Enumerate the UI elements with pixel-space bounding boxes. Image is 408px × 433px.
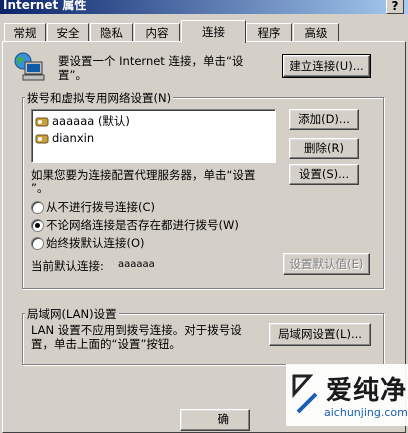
current-default-label: 当前默认连接: (31, 259, 104, 273)
list-item[interactable]: aaaaaa (默认) (35, 113, 130, 129)
setup-connection-button[interactable]: 建立连接(U)... (282, 54, 371, 78)
dialup-connection-icon (35, 133, 49, 145)
radio-dial-whenever[interactable] (31, 219, 44, 232)
dialup-vpn-legend: 拨号和虚拟专用网络设置(N) (25, 90, 174, 106)
watermark-brand: 爱纯净 (326, 376, 408, 406)
computer-globe-icon (12, 52, 46, 85)
radio-dial-whenever-label[interactable]: 不论网络连接是否存在都进行拨号(W) (46, 217, 239, 233)
tab-programs[interactable]: 程序 (246, 23, 292, 42)
set-default-button[interactable]: 设置默认值(E) (283, 253, 370, 275)
title-bar[interactable]: Internet 属性 ? (0, 0, 408, 14)
lan-settings-legend: 局域网(LAN)设置 (25, 306, 119, 322)
radio-always-dial-default-label[interactable]: 始终拨默认连接(O) (46, 235, 145, 251)
tab-privacy[interactable]: 隐私 (90, 23, 133, 42)
radio-never-dial[interactable] (31, 201, 44, 214)
tab-general[interactable]: 常规 (4, 23, 46, 42)
watermark-logo-icon (292, 374, 318, 414)
current-default-value: aaaaaa (118, 259, 155, 270)
connection-name: dianxin (52, 131, 95, 145)
settings-button[interactable]: 设置(S)... (289, 164, 359, 185)
radio-never-dial-label[interactable]: 从不进行拨号连接(C) (46, 199, 155, 215)
tab-security[interactable]: 安全 (47, 23, 89, 42)
lan-settings-button[interactable]: 局域网设置(L)... (269, 323, 371, 346)
remove-button[interactable]: 删除(R) (289, 138, 359, 159)
list-item[interactable]: dianxin (35, 130, 94, 146)
proxy-instructions-line1: 如果您要为连接配置代理服务器，单击“设置 (31, 168, 256, 182)
add-button[interactable]: 添加(D)... (289, 109, 359, 130)
proxy-instructions-line2: ”。 (31, 181, 49, 195)
radio-always-dial-default[interactable] (31, 237, 44, 250)
tab-advanced[interactable]: 高级 (293, 23, 339, 42)
radio-selected-dot (35, 223, 40, 228)
tab-connections[interactable]: 连接 (181, 20, 246, 43)
window-title: Internet 属性 (3, 0, 87, 12)
ok-button[interactable]: 确 (180, 409, 250, 431)
watermark: 爱纯净 aichunjing.com (286, 364, 408, 426)
watermark-url: aichunjing.com (324, 406, 408, 419)
tab-content[interactable]: 内容 (134, 23, 180, 42)
setup-instructions-line2: 置”。 (58, 68, 87, 82)
connection-list[interactable]: aaaaaa (默认) dianxin (31, 109, 276, 163)
lan-instructions-line2: 置，单击上面的“设置”按钮。 (31, 337, 181, 351)
dialup-connection-icon (35, 116, 49, 128)
connection-name: aaaaaa (默认) (52, 114, 130, 128)
help-button[interactable]: ? (386, 0, 404, 14)
